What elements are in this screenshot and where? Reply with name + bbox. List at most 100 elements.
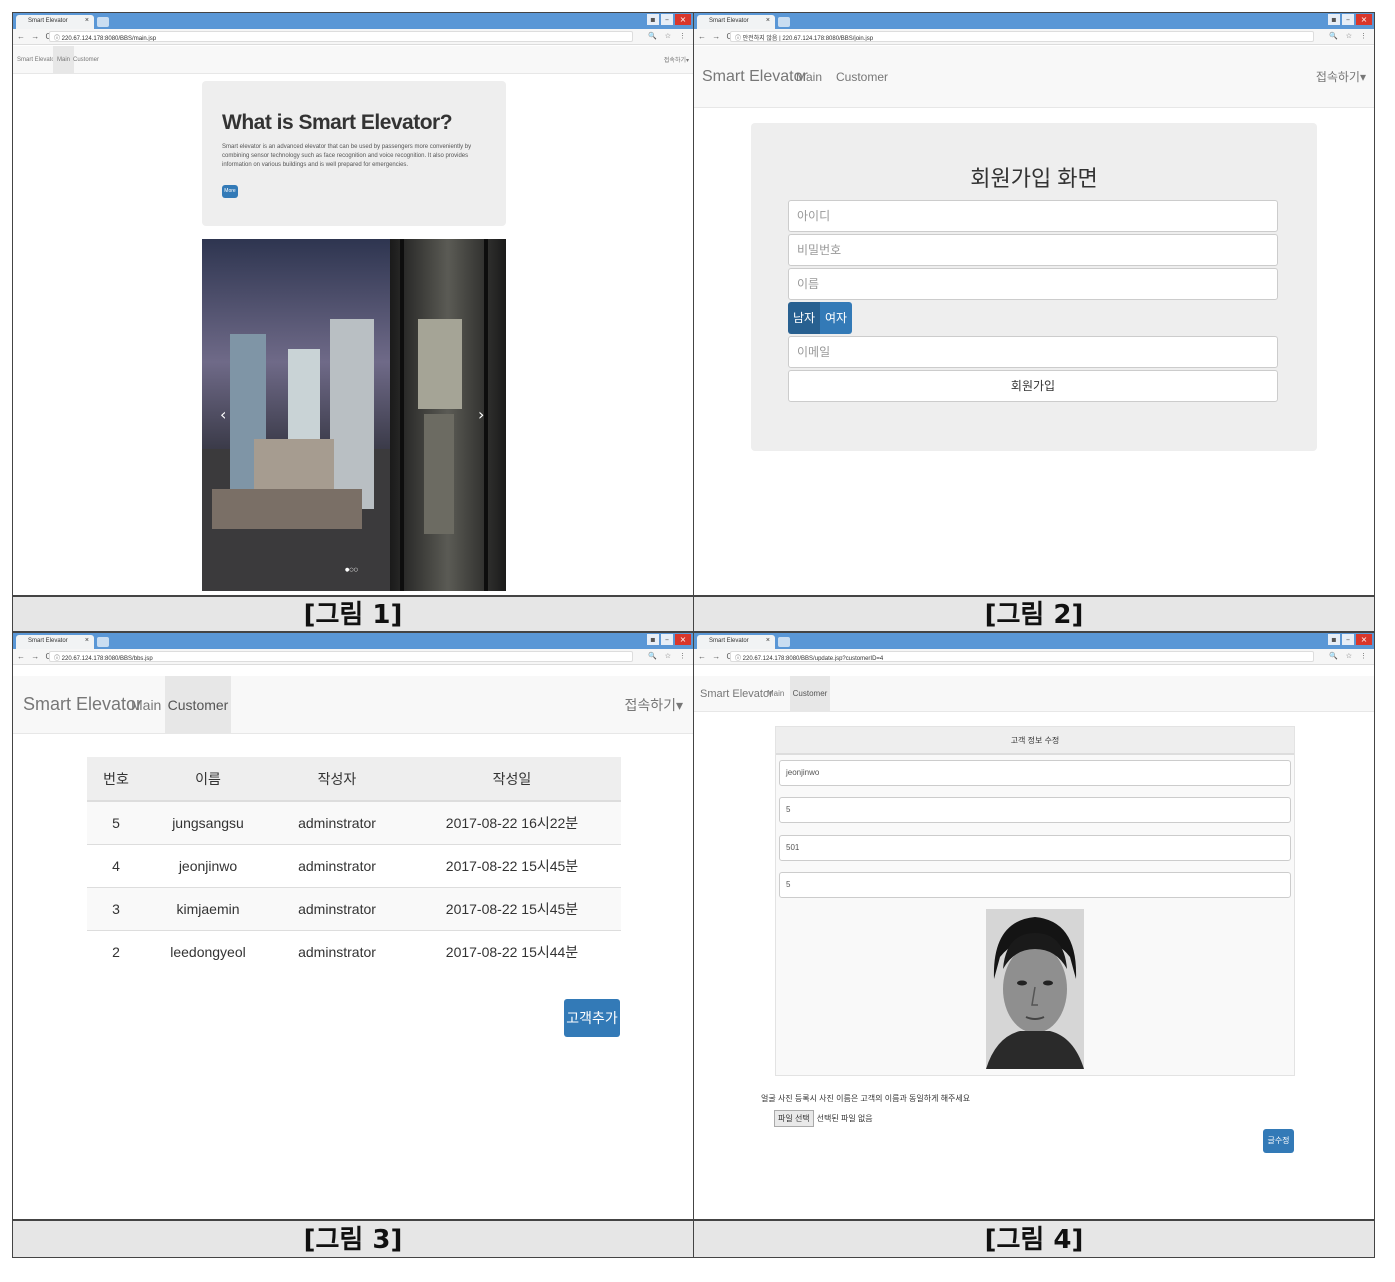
building-carousel[interactable]: ‹ › ●○○ — [202, 239, 506, 591]
customer-name-field[interactable]: jeonjinwo — [779, 760, 1291, 786]
id-field[interactable]: 아이디 — [788, 200, 1278, 232]
cell-name[interactable]: jungsangsu — [145, 800, 271, 844]
address-bar: ← → C ⓘ 220.67.124.178:8080/BBS/main.jsp… — [13, 29, 693, 45]
connect-label: 접속하기▾ — [663, 58, 689, 64]
browser-tab[interactable]: Smart Elevator × — [697, 15, 775, 29]
browser-tab[interactable]: Smart Elevator × — [697, 635, 775, 649]
browser-nav-icons[interactable]: ← → C — [698, 32, 734, 41]
carousel-next-icon[interactable]: › — [478, 405, 484, 424]
address-bar-icons[interactable]: 🔍 ☆ ⋮ — [648, 652, 689, 660]
brand-link[interactable]: Smart Elevator — [700, 676, 773, 711]
minimize-icon[interactable]: – — [1342, 634, 1354, 645]
col-number: 번호 — [87, 757, 145, 802]
address-bar-icons[interactable]: 🔍 ☆ ⋮ — [648, 32, 689, 40]
browser-nav-icons[interactable]: ← → C — [17, 652, 53, 661]
update-button[interactable]: 글수정 — [1263, 1129, 1294, 1153]
figure-2-caption: [그림 2] — [693, 596, 1375, 632]
url-input[interactable]: ⓘ 220.67.124.178:8080/BBS/main.jsp — [49, 31, 633, 42]
nav-customer[interactable]: Customer — [790, 676, 830, 711]
nav-customer[interactable]: Customer — [165, 676, 231, 733]
nav-main[interactable]: Main — [131, 676, 161, 733]
minimize-icon[interactable]: – — [661, 634, 673, 645]
cell-writer: adminstrator — [271, 929, 403, 973]
male-button[interactable]: 남자 — [788, 302, 820, 334]
password-field[interactable]: 비밀번호 — [788, 234, 1278, 266]
signup-button[interactable]: 회원가입 — [788, 370, 1278, 402]
name-field[interactable]: 이름 — [788, 268, 1278, 300]
table-row[interactable]: 5 jungsangsu adminstrator 2017-08-22 16시22분 — [87, 800, 621, 844]
cell-number: 4 — [87, 843, 145, 887]
table-row[interactable]: 2 leedongyeol adminstrator 2017-08-22 15시44… — [87, 929, 621, 973]
carousel-indicators[interactable]: ●○○ — [345, 567, 358, 573]
close-window-icon[interactable]: × — [1356, 14, 1372, 25]
nav-main[interactable]: Main — [767, 676, 784, 711]
cell-name[interactable]: kimjaemin — [145, 886, 271, 930]
close-window-icon[interactable]: × — [1356, 634, 1372, 645]
cell-writer: adminstrator — [271, 800, 403, 844]
window-icon[interactable]: ▪ — [1328, 634, 1340, 645]
nav-main-label: Main — [57, 56, 71, 63]
nav-customer[interactable]: Customer — [836, 46, 888, 107]
window-controls: ▪ – × — [647, 14, 691, 26]
address-bar-icons[interactable]: 🔍 ☆ ⋮ — [1329, 652, 1370, 660]
nav-main-label: Main — [796, 69, 823, 84]
window-icon[interactable]: ▪ — [647, 14, 659, 25]
browser-tab-strip: Smart Elevator × ▪ – × — [13, 13, 693, 29]
customer-field-3[interactable]: 501 — [779, 835, 1291, 861]
tab-title: Smart Elevator — [28, 18, 68, 24]
address-bar: ← → C ⓘ 220.67.124.178:8080/BBS/bbs.jsp … — [13, 649, 693, 665]
connect-dropdown[interactable]: 접속하기▾ — [664, 46, 689, 73]
nav-customer[interactable]: Customer — [73, 46, 99, 73]
nav-main[interactable]: Main — [53, 46, 75, 73]
browser-nav-icons[interactable]: ← → C — [17, 32, 53, 41]
customer-field-4[interactable]: 5 — [779, 872, 1291, 898]
browser-tab[interactable]: Smart Elevator × — [16, 635, 94, 649]
address-bar-icons[interactable]: 🔍 ☆ ⋮ — [1329, 32, 1370, 40]
carousel-image — [202, 239, 506, 591]
cell-number: 2 — [87, 929, 145, 973]
url-input[interactable]: ⓘ 안전하지 않음 | 220.67.124.178:8080/BBS/join… — [730, 31, 1314, 42]
tab-close-icon[interactable]: × — [766, 17, 770, 24]
customer-field-2[interactable]: 5 — [779, 797, 1291, 823]
email-field[interactable]: 이메일 — [788, 336, 1278, 368]
nav-main[interactable]: Main — [796, 46, 822, 107]
minimize-icon[interactable]: – — [661, 14, 673, 25]
tab-close-icon[interactable]: × — [85, 637, 89, 644]
new-tab-button[interactable] — [778, 637, 790, 647]
figure-3-screenshot: Smart Elevator × ▪ – × ← → C ⓘ 220.67.124… — [12, 632, 694, 1220]
tab-close-icon[interactable]: × — [766, 637, 770, 644]
new-tab-button[interactable] — [778, 17, 790, 27]
carousel-prev-icon[interactable]: ‹ — [220, 405, 226, 424]
brand-link[interactable]: Smart Elevator — [23, 676, 142, 733]
cell-name[interactable]: leedongyeol — [145, 929, 271, 973]
table-row[interactable]: 3 kimjaemin adminstrator 2017-08-22 15시45분 — [87, 886, 621, 930]
more-button[interactable]: More — [222, 185, 238, 198]
new-tab-button[interactable] — [97, 17, 109, 27]
jumbotron-text: Smart elevator is an advanced elevator t… — [222, 144, 472, 168]
browser-tab[interactable]: Smart Elevator × — [16, 15, 94, 29]
brand-link[interactable]: Smart Elevator — [17, 46, 57, 73]
new-tab-button[interactable] — [97, 637, 109, 647]
cell-writer: adminstrator — [271, 843, 403, 887]
choose-file-button[interactable]: 파일 선택 — [774, 1110, 814, 1127]
minimize-icon[interactable]: – — [1342, 14, 1354, 25]
brand-link[interactable]: Smart Elevator — [702, 46, 808, 107]
tab-close-icon[interactable]: × — [85, 17, 89, 24]
table-row[interactable]: 4 jeonjinwo adminstrator 2017-08-22 15시45분 — [87, 843, 621, 887]
url-input[interactable]: ⓘ 220.67.124.178:8080/BBS/update.jsp?cus… — [730, 651, 1314, 662]
url-input[interactable]: ⓘ 220.67.124.178:8080/BBS/bbs.jsp — [49, 651, 633, 662]
connect-dropdown[interactable]: 접속하기▾ — [624, 676, 683, 733]
window-icon[interactable]: ▪ — [647, 634, 659, 645]
password-placeholder: 비밀번호 — [797, 243, 842, 257]
cell-name[interactable]: jeonjinwo — [145, 843, 271, 887]
close-window-icon[interactable]: × — [675, 14, 691, 25]
col-name: 이름 — [145, 757, 271, 802]
female-button[interactable]: 여자 — [820, 302, 852, 334]
window-icon[interactable]: ▪ — [1328, 14, 1340, 25]
customer-field-2-value: 5 — [786, 805, 791, 814]
add-customer-button[interactable]: 고객추가 — [564, 999, 620, 1037]
close-window-icon[interactable]: × — [675, 634, 691, 645]
connect-dropdown[interactable]: 접속하기▾ — [1316, 46, 1366, 107]
col-writer: 작성자 — [271, 757, 403, 802]
browser-nav-icons[interactable]: ← → C — [698, 652, 734, 661]
